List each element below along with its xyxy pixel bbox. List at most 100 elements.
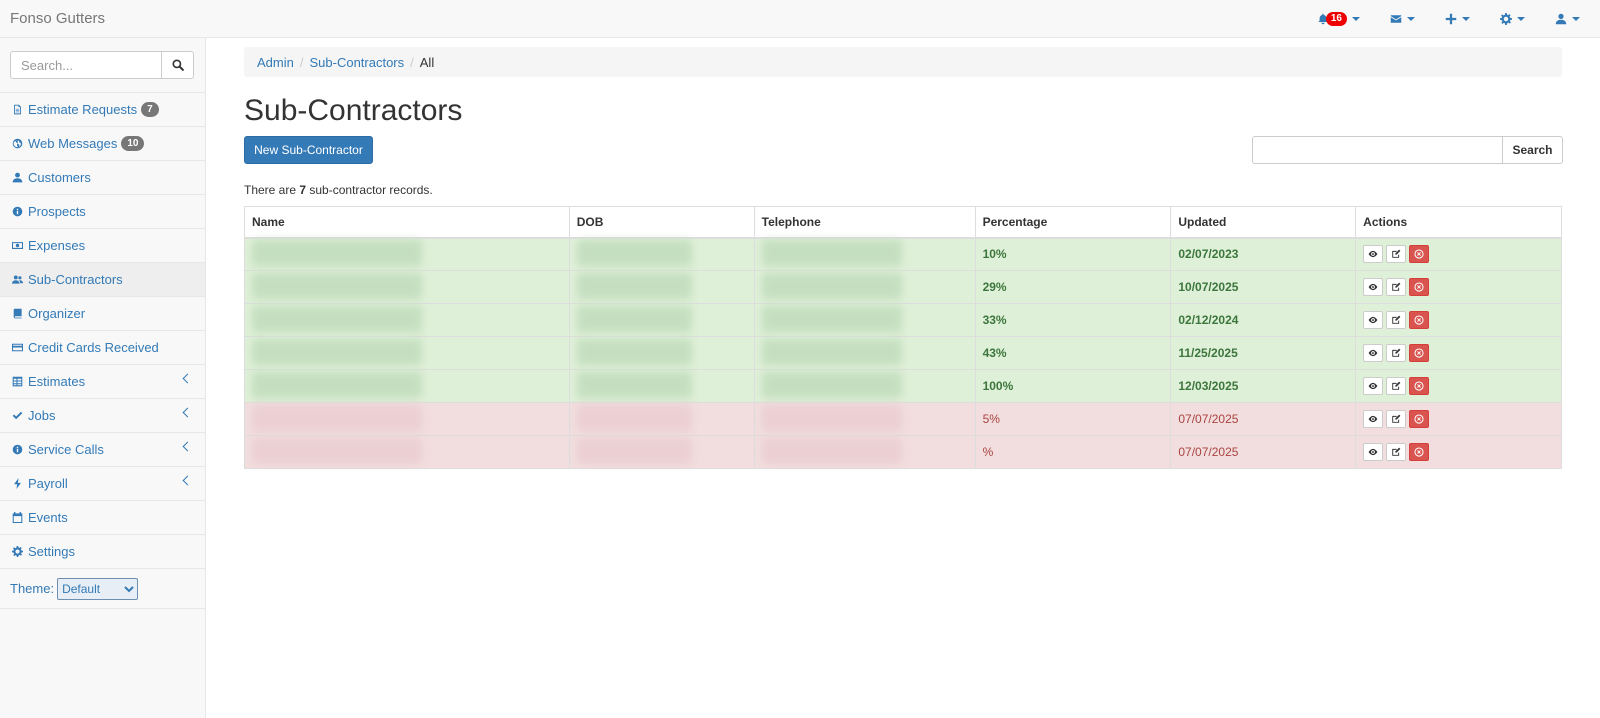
edit-button[interactable]	[1386, 245, 1407, 264]
records-search-button[interactable]: Search	[1502, 136, 1563, 164]
chevron-left-icon	[182, 407, 193, 418]
cell-updated: 11/25/2025	[1170, 336, 1357, 370]
sidebar-item-label: Settings	[28, 544, 75, 559]
cell-telephone	[753, 336, 976, 370]
chevron-down-icon	[1517, 17, 1525, 21]
notifications-badge: 16	[1325, 12, 1347, 26]
row-actions	[1363, 377, 1554, 395]
cell-telephone	[753, 270, 976, 304]
delete-button[interactable]	[1409, 278, 1430, 296]
sidebar-item-payroll[interactable]: Payroll	[0, 467, 205, 501]
column-header-percentage[interactable]: Percentage	[974, 206, 1172, 239]
redacted-dob	[576, 371, 692, 398]
delete-button[interactable]	[1409, 410, 1430, 428]
sidebar-item-service-calls[interactable]: Service Calls	[0, 433, 205, 467]
edit-button[interactable]	[1386, 311, 1407, 329]
cell-telephone	[753, 303, 976, 337]
search-icon	[171, 59, 184, 71]
delete-button[interactable]	[1409, 311, 1430, 329]
plus-icon	[1445, 13, 1457, 25]
sidebar-item-jobs[interactable]: Jobs	[0, 399, 205, 433]
eye-icon	[1368, 447, 1378, 457]
theme-label: Theme:	[10, 581, 55, 596]
view-button[interactable]	[1363, 377, 1384, 395]
records-search-input[interactable]	[1252, 136, 1502, 164]
edit-button[interactable]	[1386, 410, 1407, 428]
redacted-name	[252, 239, 422, 266]
delete-button[interactable]	[1409, 377, 1430, 395]
cell-actions	[1355, 237, 1562, 271]
view-button[interactable]	[1363, 410, 1384, 428]
sidebar-item-credit-cards-received[interactable]: Credit Cards Received	[0, 331, 205, 365]
column-header-dob[interactable]: DOB	[568, 206, 755, 239]
sidebar-item-settings[interactable]: Settings	[0, 535, 205, 569]
delete-icon	[1414, 282, 1424, 292]
view-button[interactable]	[1363, 344, 1384, 362]
column-header-updated[interactable]: Updated	[1170, 206, 1357, 239]
cell-dob	[568, 303, 755, 337]
brand-title[interactable]: Fonso Gutters	[10, 10, 105, 27]
sidebar-item-organizer[interactable]: Organizer	[0, 297, 205, 331]
cell-percentage: 5%	[974, 402, 1172, 436]
redacted-name	[252, 437, 422, 464]
redacted-dob	[576, 305, 692, 332]
edit-button[interactable]	[1386, 377, 1407, 395]
cell-dob	[568, 402, 755, 436]
view-button[interactable]	[1363, 278, 1384, 296]
sidebar-item-sub-contractors[interactable]: Sub-Contractors	[0, 263, 205, 297]
cell-updated: 02/12/2024	[1170, 303, 1357, 337]
sidebar-item-expenses[interactable]: Expenses	[0, 229, 205, 263]
edit-button[interactable]	[1386, 278, 1407, 296]
user-dropdown[interactable]	[1555, 13, 1580, 25]
eye-icon	[1368, 348, 1378, 358]
sidebar-item-estimate-requests[interactable]: Estimate Requests 7	[0, 93, 205, 127]
chevron-left-icon	[182, 373, 193, 384]
table-row: 100% 12/03/2025	[244, 369, 1562, 403]
delete-button[interactable]	[1409, 245, 1430, 264]
sidebar-search-input[interactable]	[10, 51, 162, 79]
create-dropdown[interactable]	[1445, 13, 1470, 25]
table-row: % 07/07/2025	[244, 435, 1562, 469]
delete-button[interactable]	[1409, 443, 1430, 461]
column-header-name[interactable]: Name	[244, 206, 570, 239]
view-button[interactable]	[1363, 443, 1384, 461]
edit-icon	[1391, 282, 1401, 292]
cell-updated: 12/03/2025	[1170, 369, 1357, 403]
notifications-dropdown[interactable]: 16	[1317, 12, 1360, 26]
table-row: 43% 11/25/2025	[244, 336, 1562, 370]
messages-dropdown[interactable]	[1390, 13, 1415, 25]
breadcrumb-admin[interactable]: Admin	[257, 55, 294, 70]
cell-percentage: 29%	[974, 270, 1172, 304]
view-button[interactable]	[1363, 245, 1384, 264]
edit-icon	[1391, 348, 1401, 358]
sidebar-item-web-messages[interactable]: Web Messages 10	[0, 127, 205, 161]
edit-button[interactable]	[1386, 443, 1407, 461]
breadcrumb-sub-contractors[interactable]: Sub-Contractors	[309, 55, 404, 70]
cell-dob	[568, 336, 755, 370]
table-row: 5% 07/07/2025	[244, 402, 1562, 436]
column-header-telephone[interactable]: Telephone	[753, 206, 976, 239]
cell-telephone	[753, 402, 976, 436]
row-actions	[1363, 443, 1554, 461]
redacted-telephone	[761, 371, 902, 398]
view-button[interactable]	[1363, 311, 1384, 329]
sidebar-item-prospects[interactable]: Prospects	[0, 195, 205, 229]
cell-dob	[568, 270, 755, 304]
new-sub-contractor-button[interactable]: New Sub-Contractor	[244, 136, 373, 164]
credit-card-icon	[10, 342, 24, 354]
delete-button[interactable]	[1409, 344, 1430, 362]
sidebar-item-customers[interactable]: Customers	[0, 161, 205, 195]
theme-select[interactable]: Default	[57, 577, 139, 600]
sidebar-search-button[interactable]	[161, 51, 194, 79]
cell-name	[244, 369, 570, 403]
sidebar-item-events[interactable]: Events	[0, 501, 205, 535]
chevron-down-icon	[1462, 17, 1470, 21]
table-icon	[10, 376, 24, 388]
book-icon	[10, 308, 24, 320]
sidebar-item-estimates[interactable]: Estimates	[0, 365, 205, 399]
cell-name	[244, 402, 570, 436]
eye-icon	[1368, 381, 1378, 391]
settings-dropdown[interactable]	[1500, 13, 1525, 25]
cell-updated: 07/07/2025	[1170, 402, 1357, 436]
edit-button[interactable]	[1386, 344, 1407, 362]
